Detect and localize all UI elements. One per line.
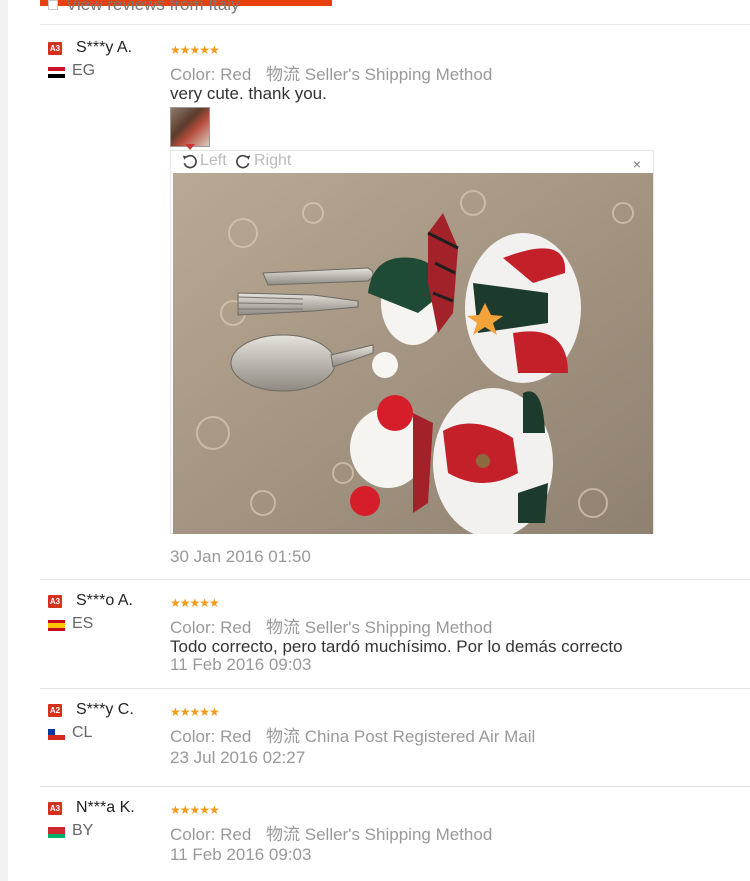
filter-label: View reviews from Italy	[66, 0, 240, 14]
buyer-level-badge: A3	[48, 42, 62, 55]
review-date: 11 Feb 2016 09:03	[170, 655, 312, 674]
rotate-right-label: Right	[254, 152, 292, 169]
review-item: A3 S***y A. EG ★★★★★ Color: Red 物流 Selle…	[48, 39, 750, 580]
reviewer-name: S***o A.	[76, 592, 133, 609]
buyer-level-badge: A3	[48, 802, 62, 815]
close-viewer-button[interactable]: ×	[633, 156, 641, 172]
photo-viewer: Left Right ×	[170, 150, 654, 534]
review-meta: Color: Red 物流 Seller's Shipping Method	[170, 820, 492, 845]
filter-italy[interactable]: View reviews from Italy	[48, 0, 240, 16]
flag-es-icon	[48, 620, 65, 631]
color-label: Color:	[170, 618, 216, 637]
flag-eg-icon	[48, 67, 65, 78]
rotate-left-label: Left	[200, 152, 227, 169]
color-label: Color:	[170, 727, 216, 746]
star-rating: ★★★★★	[170, 596, 220, 610]
color-label: Color:	[170, 825, 216, 844]
reviewer-name: S***y C.	[76, 701, 134, 718]
review-meta: Color: Red 物流 China Post Registered Air …	[170, 722, 535, 747]
review-meta: Color: Red 物流 Seller's Shipping Method	[170, 60, 492, 85]
buyer-level-badge: A3	[48, 595, 62, 608]
logistics-label: 物流	[266, 618, 301, 637]
review-meta: Color: Red 物流 Seller's Shipping Method	[170, 613, 492, 638]
color-value: Red	[220, 727, 252, 746]
reviewer-country: BY	[72, 822, 94, 839]
star-rating: ★★★★★	[170, 705, 220, 719]
review-date: 30 Jan 2016 01:50	[170, 547, 311, 566]
review-item: A3 S***o A. ES ★★★★★ Color: Red 物流 Selle…	[48, 592, 750, 688]
color-value: Red	[220, 825, 252, 844]
viewer-toolbar: Left Right ×	[171, 151, 653, 173]
logistics-label: 物流	[266, 825, 301, 844]
review-photo-thumbnail[interactable]	[170, 107, 210, 147]
divider	[40, 579, 750, 580]
shipping-method: Seller's Shipping Method	[304, 618, 493, 637]
logistics-label: 物流	[266, 727, 301, 746]
reviewer-country: ES	[72, 615, 94, 632]
star-rating: ★★★★★	[170, 803, 220, 817]
rotate-right-icon	[236, 154, 251, 168]
shipping-method: Seller's Shipping Method	[304, 65, 493, 84]
review-item: A3 N***a K. BY ★★★★★ Color: Red 物流 Selle…	[48, 799, 750, 881]
photo-snowman-cutlery-holders	[173, 173, 653, 534]
reviewer-name: N***a K.	[76, 799, 135, 816]
filter-checkbox[interactable]	[48, 0, 58, 10]
shipping-method: Seller's Shipping Method	[304, 825, 493, 844]
shipping-method: China Post Registered Air Mail	[304, 727, 536, 746]
reviewer-country: CL	[72, 724, 93, 741]
divider	[40, 24, 750, 25]
flag-cl-icon	[48, 729, 65, 740]
left-gutter	[0, 0, 8, 881]
color-value: Red	[220, 618, 252, 637]
rotate-left-icon	[182, 154, 197, 168]
reviewer-country: EG	[72, 62, 96, 79]
flag-by-icon	[48, 827, 65, 838]
buyer-level-badge: A2	[48, 704, 62, 717]
star-rating: ★★★★★	[170, 43, 220, 57]
rotate-right-button[interactable]: Right	[235, 152, 291, 170]
logistics-label: 物流	[266, 65, 301, 84]
review-date: 23 Jul 2016 02:27	[170, 748, 306, 767]
divider	[40, 688, 750, 689]
divider	[40, 786, 750, 787]
color-label: Color:	[170, 65, 216, 84]
review-text: very cute. thank you.	[170, 84, 327, 103]
rotate-left-button[interactable]: Left	[181, 152, 227, 170]
review-text: Todo correcto, pero tardó muchísimo. Por…	[170, 637, 623, 656]
reviewer-name: S***y A.	[76, 39, 133, 56]
color-value: Red	[220, 65, 252, 84]
review-photo	[173, 173, 653, 534]
review-item: A2 S***y C. CL ★★★★★ Color: Red 物流 China…	[48, 701, 750, 786]
review-date: 11 Feb 2016 09:03	[170, 845, 312, 864]
